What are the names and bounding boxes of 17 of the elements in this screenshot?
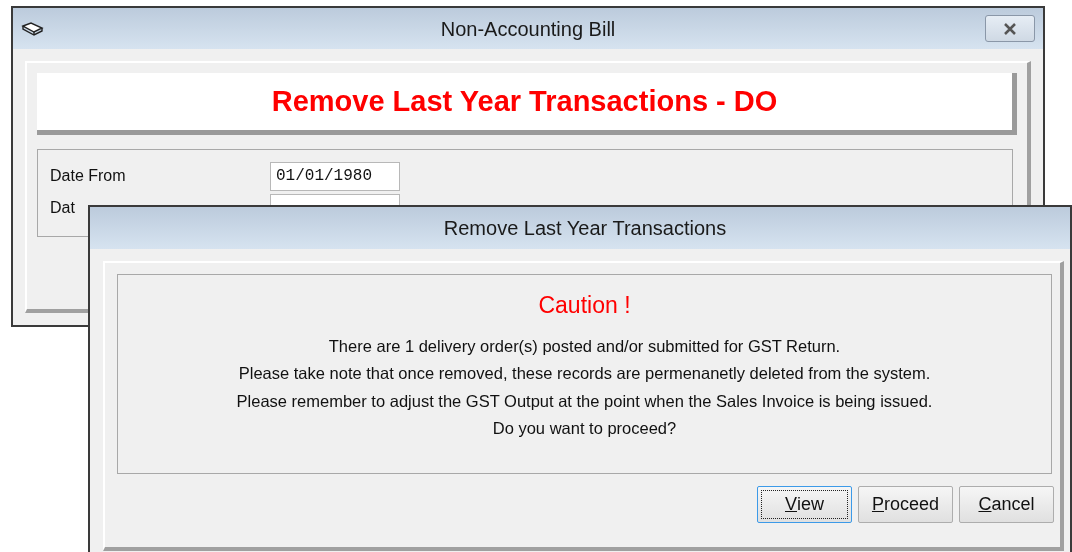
book-icon <box>21 20 45 37</box>
dialog-title: Remove Last Year Transactions <box>442 216 727 241</box>
dialog-button[interactable]: Proceed <box>858 486 953 523</box>
date-field[interactable]: 01/01/1980 <box>270 161 400 191</box>
message-text: There are 1 delivery order(s) posted and/or submitted for GST Return. <box>328 335 841 357</box>
heading: Remove Last Year Transactions - DO <box>271 83 778 119</box>
message-text: Please remember to adjust the GST Output at the point when the Sales Invoice is being issued. <box>236 390 933 412</box>
message-text: Do you want to proceed? <box>492 418 677 439</box>
message-text: Please take note that once removed, these records are permenanetly deleted from the system. <box>238 363 931 384</box>
window-title: Non-Accounting Bill <box>440 16 616 42</box>
dialog-button[interactable]: Cancel <box>959 486 1054 523</box>
field-label: Dat <box>50 198 76 218</box>
caution-heading: Caution ! <box>538 291 631 320</box>
dialog-button[interactable]: View <box>757 486 852 523</box>
field-label: Date From <box>50 166 127 186</box>
close-icon <box>1002 22 1018 35</box>
close-button[interactable] <box>985 15 1035 42</box>
